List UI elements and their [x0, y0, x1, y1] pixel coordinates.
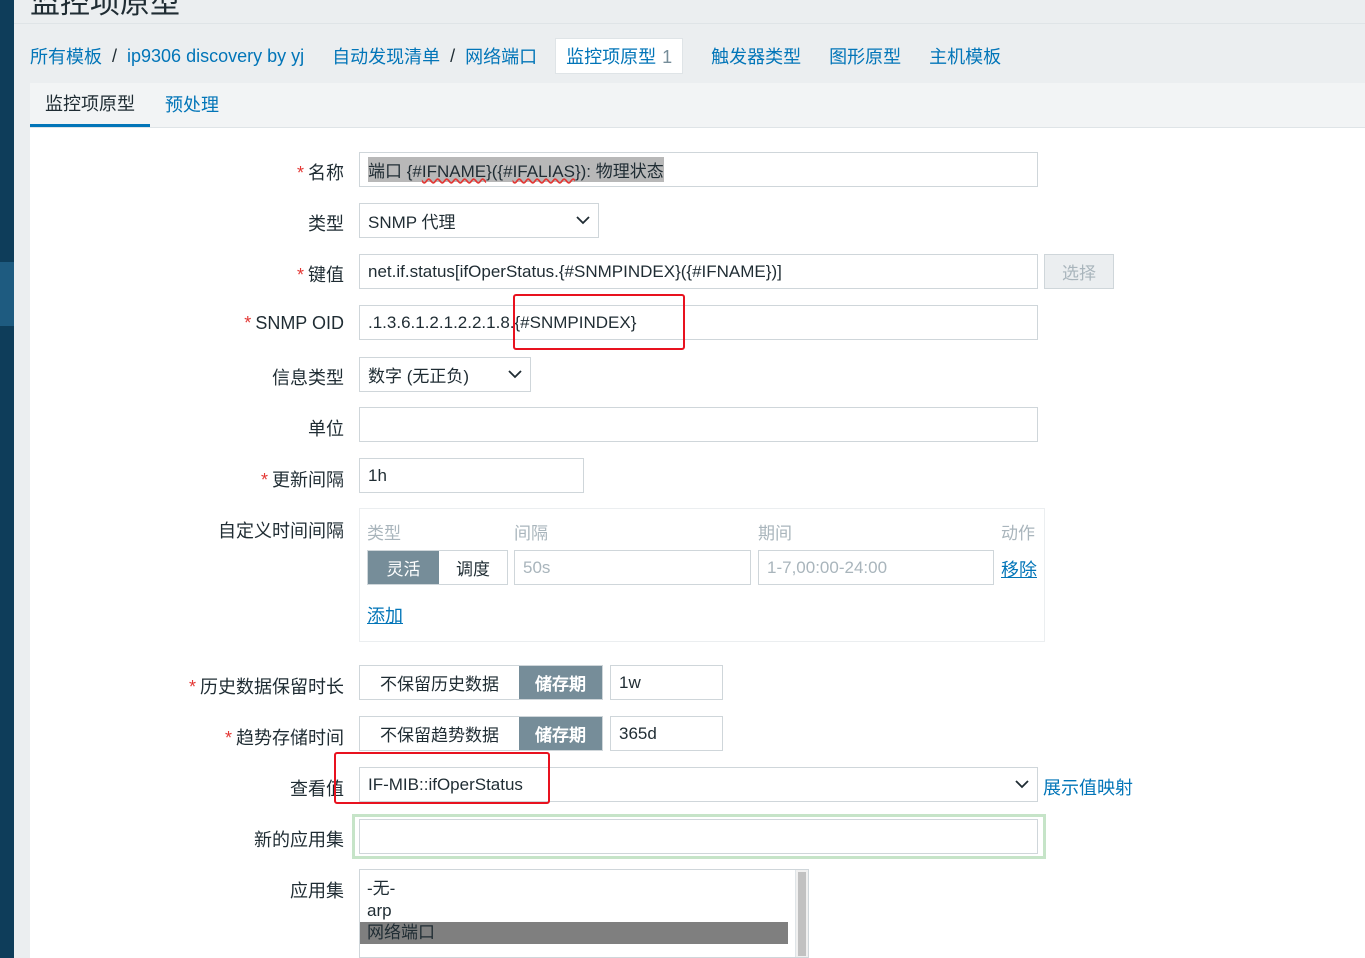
custom-period-input[interactable]: 1-7,00:00-24:00	[758, 550, 994, 585]
tab-graph-prototypes[interactable]: 图形原型	[829, 43, 901, 69]
page-title: 监控项原型	[30, 0, 180, 20]
trends-storage-option[interactable]: 储存期	[519, 717, 602, 750]
name-macro-ifalias: IFALIAS	[512, 162, 575, 181]
annotation-highlight-valuemap	[334, 752, 550, 804]
info-type-label: 信息类型	[272, 368, 344, 388]
add-interval-link[interactable]: 添加	[367, 602, 403, 628]
info-type-select[interactable]: 数字 (无正负)	[359, 357, 531, 392]
form-panel: 监控项原型 预处理 * 名称 端口 {#IFNAME}({#IFALIAS}): …	[30, 83, 1365, 958]
seg-flexible[interactable]: 灵活	[368, 551, 439, 584]
custom-intervals-box: 类型 间隔 期间 动作 灵活 调度 50s 1-7,00:00-24:00 移除…	[359, 508, 1045, 642]
breadcrumb-template[interactable]: ip9306 discovery by yj	[127, 46, 304, 67]
snmp-oid-label-text: SNMP OID	[255, 313, 344, 333]
chevron-down-icon	[508, 370, 522, 379]
subtab-bar: 监控项原型 预处理	[30, 83, 1365, 128]
snmp-oid-label: * SNMP OID	[244, 313, 344, 334]
name-macro-ifname: IFNAME	[421, 162, 487, 181]
sidebar-marker	[0, 262, 14, 326]
breadcrumb-separator: /	[112, 45, 118, 66]
name-input[interactable]: 端口 {#IFNAME}({#IFALIAS}): 物理状态	[359, 152, 1038, 187]
name-label: * 名称	[297, 159, 344, 185]
tab-item-prototypes-label: 监控项原型	[566, 47, 657, 67]
required-mark: *	[224, 728, 232, 748]
trends-no-keep-option[interactable]: 不保留趋势数据	[360, 717, 519, 750]
trends-mode-toggle: 不保留趋势数据 储存期	[359, 716, 603, 751]
snmp-oid-input[interactable]: .1.3.6.1.2.1.2.2.1.8.{#SNMPINDEX}	[359, 305, 1038, 340]
annotation-highlight-snmpindex	[513, 294, 685, 350]
application-option-selected[interactable]: 网络端口	[360, 922, 788, 944]
breadcrumb: 所有模板 / ip9306 discovery by yj 自动发现清单 / 网…	[30, 36, 1001, 76]
custom-header-type: 类型	[367, 524, 401, 543]
tab-trigger-prototypes[interactable]: 触发器类型	[711, 43, 801, 69]
custom-interval-input[interactable]: 50s	[514, 550, 751, 585]
history-mode-toggle: 不保留历史数据 储存期	[359, 665, 603, 700]
chevron-down-icon	[1015, 780, 1029, 789]
new-application-label: 新的应用集	[254, 830, 344, 850]
type-select[interactable]: SNMP 代理	[359, 203, 599, 238]
required-mark: *	[188, 677, 196, 697]
name-label-text: 名称	[308, 163, 344, 183]
trends-input[interactable]: 365d	[610, 716, 723, 751]
subtab-preprocessing[interactable]: 预处理	[150, 91, 234, 127]
show-value-mappings-link[interactable]: 展示值映射	[1043, 774, 1133, 800]
breadcrumb-discovery-rule[interactable]: 网络端口	[465, 43, 537, 69]
history-input[interactable]: 1w	[610, 665, 723, 700]
interval-type-toggle: 灵活 调度	[367, 550, 508, 585]
breadcrumb-discovery-list[interactable]: 自动发现清单	[332, 43, 440, 69]
history-value: 1w	[619, 672, 641, 692]
update-interval-label: * 更新间隔	[261, 466, 344, 492]
breadcrumb-separator: /	[450, 45, 456, 66]
key-input-value: net.if.status[ifOperStatus.{#SNMPINDEX}(…	[368, 261, 782, 281]
history-label-text: 历史数据保留时长	[200, 677, 344, 697]
left-sidebar-strip	[0, 0, 14, 958]
trends-label: * 趋势存储时间	[225, 724, 344, 750]
tab-host-prototypes[interactable]: 主机模板	[929, 43, 1001, 69]
type-label: 类型	[308, 214, 344, 234]
trends-label-text: 趋势存储时间	[236, 728, 344, 748]
page-header: 监控项原型	[14, 0, 1365, 24]
key-input[interactable]: net.if.status[ifOperStatus.{#SNMPINDEX}(…	[359, 254, 1038, 289]
update-interval-label-text: 更新间隔	[272, 470, 344, 490]
custom-header-action: 动作	[1001, 524, 1035, 543]
unit-input[interactable]	[359, 407, 1038, 442]
chevron-down-icon	[576, 216, 590, 225]
tab-item-prototypes[interactable]: 监控项原型 1	[555, 38, 684, 74]
listbox-scrollbar[interactable]	[795, 870, 808, 957]
key-select-button[interactable]: 选择	[1044, 254, 1114, 289]
subtab-item-prototype[interactable]: 监控项原型	[30, 90, 150, 127]
key-label: * 键值	[297, 261, 344, 287]
trends-value: 365d	[619, 723, 657, 743]
type-select-value: SNMP 代理	[368, 213, 456, 232]
name-mid: }({#	[486, 162, 513, 181]
custom-header-period: 期间	[758, 524, 792, 543]
unit-label: 单位	[308, 419, 344, 439]
info-type-value: 数字 (无正负)	[368, 367, 470, 386]
application-option[interactable]: -无-	[360, 878, 788, 900]
custom-header-interval: 间隔	[514, 524, 548, 543]
required-mark: *	[244, 313, 252, 333]
required-mark: *	[296, 265, 304, 285]
scrollbar-thumb[interactable]	[798, 872, 806, 956]
application-option[interactable]: arp	[360, 900, 788, 922]
required-mark: *	[296, 163, 304, 183]
new-application-input[interactable]	[359, 819, 1038, 854]
update-interval-value: 1h	[368, 465, 387, 485]
history-label: * 历史数据保留时长	[189, 673, 344, 699]
name-input-value: 端口 {#IFNAME}({#IFALIAS}): 物理状态	[368, 157, 664, 182]
name-suffix: }): 物理状态	[574, 162, 664, 181]
update-interval-input[interactable]: 1h	[359, 458, 584, 493]
name-prefix: 端口 {#	[368, 162, 422, 181]
history-no-keep-option[interactable]: 不保留历史数据	[360, 666, 519, 699]
seg-scheduling[interactable]: 调度	[439, 551, 507, 584]
breadcrumb-all-templates[interactable]: 所有模板	[30, 43, 102, 69]
key-label-text: 键值	[308, 265, 344, 285]
history-storage-option[interactable]: 储存期	[519, 666, 602, 699]
required-mark: *	[260, 470, 268, 490]
custom-intervals-label: 自定义时间间隔	[218, 521, 344, 541]
tab-item-prototypes-count: 1	[662, 47, 673, 67]
applications-listbox[interactable]: -无- arp 网络端口	[359, 869, 809, 958]
remove-interval-link[interactable]: 移除	[1001, 556, 1037, 582]
applications-label: 应用集	[290, 881, 344, 901]
